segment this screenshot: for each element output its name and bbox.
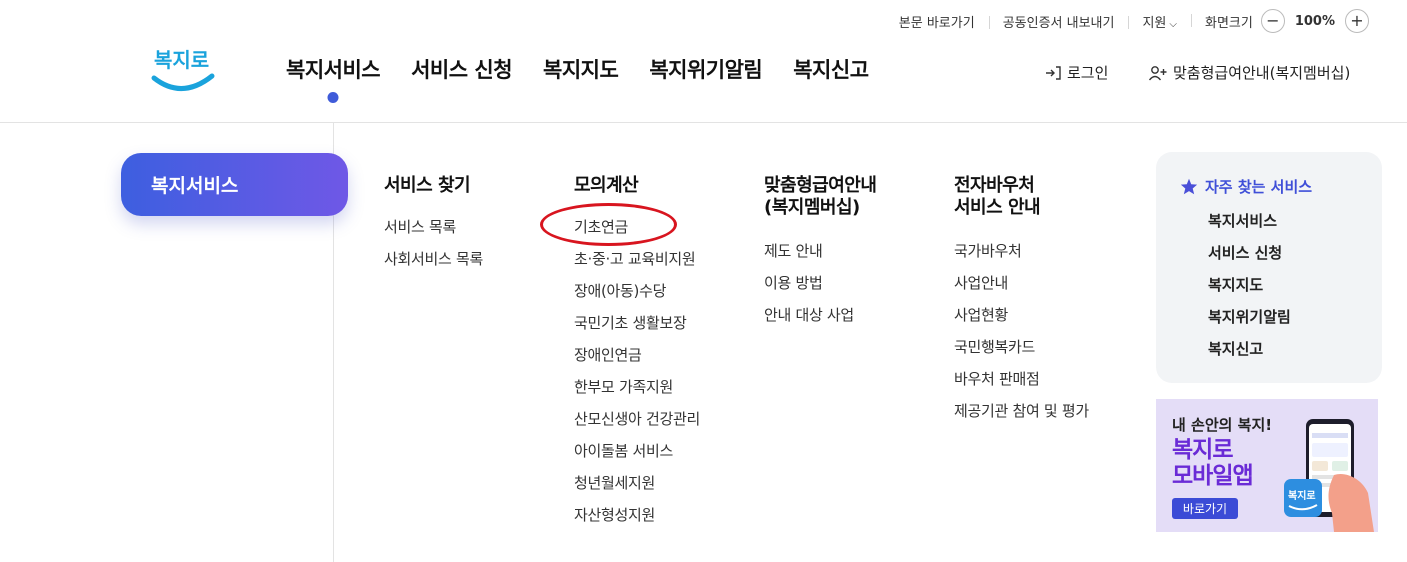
- svg-text:복지로: 복지로: [154, 48, 209, 72]
- menu-item[interactable]: 국민행복카드: [954, 331, 1089, 363]
- svg-text:복지로: 복지로: [1288, 489, 1316, 502]
- menu-item[interactable]: 한부모 가족지원: [574, 371, 700, 403]
- favorites-heading-label: 자주 찾는 서비스: [1205, 178, 1313, 196]
- favorite-item[interactable]: 복지서비스: [1208, 205, 1382, 237]
- column-title[interactable]: 맞춤형급여안내 (복지멤버십): [764, 175, 877, 219]
- menu-item[interactable]: 바우처 판매점: [954, 363, 1089, 395]
- menu-item[interactable]: 자산형성지원: [574, 499, 700, 531]
- chevron-down-icon: ⌵: [1169, 18, 1177, 30]
- menu-item[interactable]: 산모신생아 건강관리: [574, 403, 700, 435]
- favorites-heading: 자주 찾는 서비스: [1180, 176, 1382, 197]
- menu-column-find-service: 서비스 찾기 서비스 목록 사회서비스 목록: [384, 175, 483, 275]
- add-user-icon: [1148, 65, 1167, 80]
- cert-export-link[interactable]: 공동인증서 내보내기: [988, 12, 1129, 31]
- menu-item[interactable]: 사업현황: [954, 299, 1089, 331]
- logo-icon: 복지로: [151, 48, 215, 91]
- menu-item[interactable]: 청년월세지원: [574, 467, 700, 499]
- menu-item[interactable]: 장애(아동)수당: [574, 275, 700, 307]
- column-title-line1: 전자바우처: [954, 175, 1035, 196]
- login-link[interactable]: 로그인: [1044, 62, 1108, 83]
- column-title-line1: 맞춤형급여안내: [764, 175, 877, 196]
- site-logo[interactable]: 복지로: [148, 42, 216, 94]
- menu-item[interactable]: 제도 안내: [764, 235, 876, 267]
- region-select[interactable]: 지원 ⌵: [1128, 12, 1191, 31]
- column-title[interactable]: 전자바우처 서비스 안내: [954, 175, 1089, 219]
- favorite-item[interactable]: 복지위기알림: [1208, 301, 1382, 333]
- utility-bar: 본문 바로가기 공동인증서 내보내기 지원 ⌵ 화면크기 − 100% +: [885, 9, 1369, 33]
- skip-to-content-link[interactable]: 본문 바로가기: [885, 12, 989, 31]
- menu-item[interactable]: 서비스 목록: [384, 211, 483, 243]
- zoom-value: 100%: [1294, 13, 1335, 29]
- menu-item[interactable]: 초·중·고 교육비지원: [574, 243, 700, 275]
- header-divider: [0, 122, 1407, 123]
- favorites-box: 자주 찾는 서비스 복지서비스 서비스 신청 복지지도 복지위기알림 복지신고: [1156, 152, 1382, 383]
- menu-column-voucher: 전자바우처 서비스 안내 국가바우처 사업안내 사업현황 국민행복카드 바우처 …: [954, 175, 1089, 427]
- zoom-in-button[interactable]: +: [1345, 9, 1369, 33]
- star-icon: [1180, 178, 1198, 195]
- login-icon: [1046, 65, 1061, 80]
- banner-go-button[interactable]: 바로가기: [1172, 498, 1238, 519]
- nav-welfare-map[interactable]: 복지지도: [543, 54, 619, 84]
- menu-item[interactable]: 안내 대상 사업: [764, 299, 876, 331]
- menu-item[interactable]: 제공기관 참여 및 평가: [954, 395, 1089, 427]
- menu-column-membership: 맞춤형급여안내 (복지멤버십) 제도 안내 이용 방법 안내 대상 사업: [764, 175, 877, 331]
- nav-service-apply[interactable]: 서비스 신청: [411, 54, 512, 84]
- nav-crisis-alert[interactable]: 복지위기알림: [649, 54, 762, 84]
- membership-link[interactable]: 맞춤형급여안내(복지멤버십): [1148, 62, 1350, 83]
- banner-tagline: 내 손안의 복지!: [1172, 416, 1273, 434]
- hand-icon: [1328, 473, 1374, 532]
- favorite-item[interactable]: 복지신고: [1208, 333, 1382, 365]
- login-label: 로그인: [1067, 64, 1109, 82]
- menu-item[interactable]: 아이돌봄 서비스: [574, 435, 700, 467]
- menu-item[interactable]: 이용 방법: [764, 267, 876, 299]
- main-nav: 복지서비스 서비스 신청 복지지도 복지위기알림 복지신고: [286, 54, 900, 84]
- highlight-circle: [540, 203, 677, 246]
- region-label: 지원: [1142, 15, 1167, 31]
- membership-label: 맞춤형급여안내(복지멤버십): [1173, 64, 1351, 82]
- zoom-control: 화면크기 − 100% +: [1190, 9, 1369, 33]
- column-title[interactable]: 서비스 찾기: [384, 175, 483, 197]
- column-title[interactable]: 모의계산: [574, 175, 700, 197]
- phone-icon: 복지로: [1284, 419, 1374, 532]
- zoom-label: 화면크기: [1204, 15, 1253, 31]
- menu-item[interactable]: 장애인연금: [574, 339, 700, 371]
- column-title-line2: (복지멤버십): [764, 197, 860, 218]
- menu-item[interactable]: 사업안내: [954, 267, 1089, 299]
- banner-title-line1: 복지로: [1172, 437, 1233, 463]
- banner-title-line2: 모바일앱: [1172, 463, 1254, 489]
- nav-welfare-service[interactable]: 복지서비스: [286, 54, 381, 84]
- favorite-item[interactable]: 서비스 신청: [1208, 237, 1382, 269]
- favorite-item[interactable]: 복지지도: [1208, 269, 1382, 301]
- menu-section-title[interactable]: 복지서비스: [121, 153, 348, 216]
- nav-welfare-report[interactable]: 복지신고: [793, 54, 869, 84]
- mobile-app-banner[interactable]: 내 손안의 복지! 복지로 모바일앱 바로가기 복지로: [1156, 399, 1378, 532]
- menu-item[interactable]: 사회서비스 목록: [384, 243, 483, 275]
- column-title-line2: 서비스 안내: [954, 197, 1041, 218]
- zoom-out-button[interactable]: −: [1260, 9, 1285, 33]
- menu-item[interactable]: 국민기초 생활보장: [574, 307, 700, 339]
- menu-item[interactable]: 국가바우처: [954, 235, 1089, 267]
